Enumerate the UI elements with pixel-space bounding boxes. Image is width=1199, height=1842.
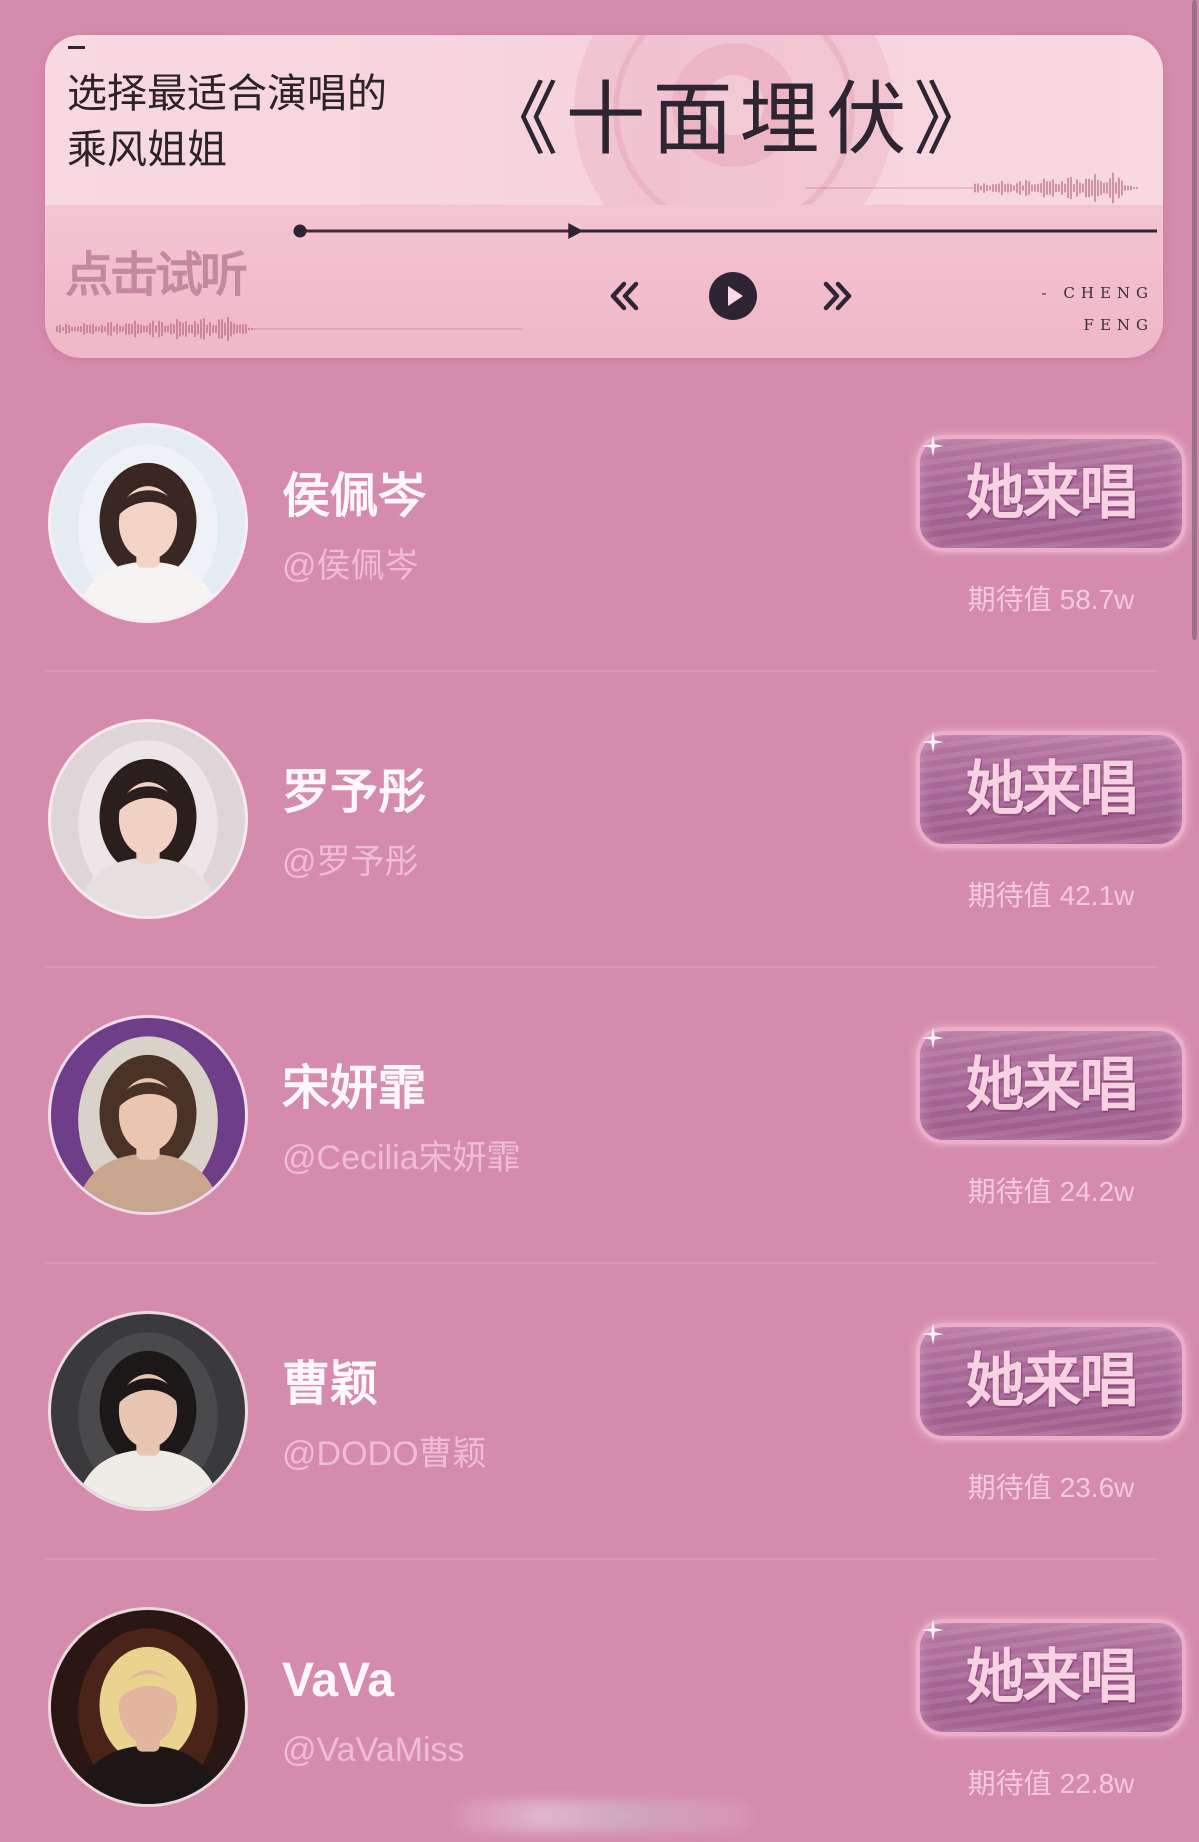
expectation-label: 期待值 [967,1768,1052,1799]
expectation-score: 期待值 58.7w [916,583,1186,617]
singer-avatar[interactable] [48,719,248,919]
expectation-value: 58.7w [1059,584,1135,615]
waveform-decoration [805,172,1138,204]
expectation-label: 期待值 [967,584,1052,615]
singer-handle[interactable]: @侯佩岑 [282,546,419,586]
expectation-value: 22.8w [1059,1768,1135,1799]
sparkle-icon [922,435,944,457]
scrollbar[interactable] [1192,0,1197,640]
singer-handle[interactable]: @罗予彤 [282,842,419,882]
singer-list: 侯佩岑 @侯佩岑 她来唱 期待值 58.7w 罗予彤 @罗予彤 她来唱 期待值 42… [0,376,1199,1842]
avatar-figure [76,1036,220,1212]
she-sings-button[interactable]: 她来唱 [916,435,1186,552]
avatar-figure [76,444,220,620]
song-title: 《十面埋伏》 [478,73,1001,166]
waveform-bars [56,317,253,341]
singer-name: 曹颖 [282,1358,379,1411]
singer-avatar[interactable] [48,1311,248,1511]
waveform-decoration-left [56,317,523,341]
decorative-dash [68,46,85,49]
expectation-score: 期待值 23.6w [916,1471,1186,1505]
avatar-portrait [76,444,220,620]
she-sings-button[interactable]: 她来唱 [916,1027,1186,1144]
avatar-portrait [76,1332,220,1508]
singer-row: 侯佩岑 @侯佩岑 她来唱 期待值 58.7w [0,376,1199,672]
waveform-bars [974,172,1138,204]
song-banner: 选择最适合演唱的 乘风姐姐 《十面埋伏》 点击试听 - CHENG FENG [45,35,1163,358]
expectation-value: 42.1w [1059,880,1135,911]
expectation-score: 期待值 24.2w [916,1175,1186,1209]
avatar-figure [76,1332,220,1508]
singer-name: VaVa [282,1654,395,1707]
expectation-label: 期待值 [967,880,1052,911]
singer-handle[interactable]: @VaVaMiss [282,1730,465,1770]
double-chevron-left-icon[interactable] [605,278,645,314]
she-sings-button[interactable]: 她来唱 [916,1619,1186,1736]
singer-handle[interactable]: @Cecilia宋妍霏 [282,1138,521,1178]
singer-row: 曹颖 @DODO曹颖 她来唱 期待值 23.6w [0,1264,1199,1560]
credit-line-1: - CHENG [1041,284,1154,302]
expectation-label: 期待值 [967,1176,1052,1207]
play-circle-icon[interactable] [709,272,757,320]
avatar-portrait [76,740,220,916]
avatar-figure [76,740,220,916]
expectation-score: 期待值 42.1w [916,879,1186,913]
sparkle-icon [922,1027,944,1049]
singer-row: 罗予彤 @罗予彤 她来唱 期待值 42.1w [0,672,1199,968]
singer-avatar[interactable] [48,1607,248,1807]
singer-name: 宋妍霏 [282,1062,427,1115]
avatar-figure [76,1628,220,1804]
singer-name: 罗予彤 [282,766,427,819]
singer-handle[interactable]: @DODO曹颖 [282,1434,487,1474]
singer-avatar[interactable] [48,423,248,623]
avatar-portrait [76,1628,220,1804]
double-chevron-right-icon[interactable] [817,278,857,314]
avatar-portrait [76,1036,220,1212]
she-sings-label: 她来唱 [965,460,1138,526]
expectation-value: 23.6w [1059,1472,1135,1503]
subtitle-line-1: 选择最适合演唱的 [67,72,387,116]
she-sings-button[interactable]: 她来唱 [916,1323,1186,1440]
expectation-score: 期待值 22.8w [916,1767,1186,1801]
credit-line-2: FENG [1083,316,1154,334]
progress-track[interactable] [290,215,1163,247]
sparkle-icon [922,731,944,753]
she-sings-label: 她来唱 [965,1644,1138,1710]
progress-marker[interactable] [568,223,584,239]
she-sings-label: 她来唱 [965,1052,1138,1118]
she-sings-label: 她来唱 [965,1348,1138,1414]
banner-subtitle: 选择最适合演唱的 乘风姐姐 [67,66,387,178]
watermark [452,1800,752,1832]
credit-text: - CHENG FENG [1042,277,1154,341]
listen-button[interactable]: 点击试听 [65,248,248,304]
singer-avatar[interactable] [48,1015,248,1215]
progress-start-dot [293,224,307,238]
singer-name: 侯佩岑 [282,470,427,523]
she-sings-label: 她来唱 [965,756,1138,822]
expectation-label: 期待值 [967,1472,1052,1503]
expectation-value: 24.2w [1059,1176,1135,1207]
singer-row: 宋妍霏 @Cecilia宋妍霏 她来唱 期待值 24.2w [0,968,1199,1264]
sparkle-icon [922,1619,944,1641]
subtitle-line-2: 乘风姐姐 [67,128,227,172]
sparkle-icon [922,1323,944,1345]
she-sings-button[interactable]: 她来唱 [916,731,1186,848]
